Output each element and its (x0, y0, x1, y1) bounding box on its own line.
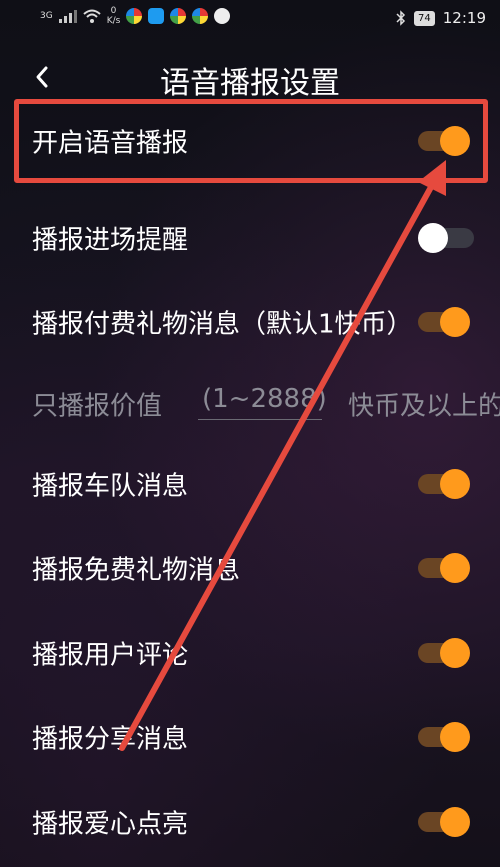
battery-indicator: 74 (414, 10, 435, 26)
toggle-knob (418, 223, 448, 253)
clock: 12:19 (442, 9, 486, 27)
status-bar: 3G 0 K/s 74 12:19 (0, 0, 500, 38)
setting-row-heart: 播报爱心点亮 (0, 780, 500, 864)
status-left: 3G 0 K/s (40, 6, 231, 26)
value-threshold-input[interactable]: (1~2888) (198, 378, 327, 420)
page-title: 语音播报设置 (160, 66, 340, 101)
share-toggle[interactable] (418, 722, 470, 752)
setting-row-user-comment: 播报用户评论 (0, 611, 500, 695)
enable-voice-toggle[interactable] (418, 126, 470, 156)
signal-indicator: 3G (40, 10, 53, 21)
paid-gift-toggle[interactable] (418, 307, 470, 337)
setting-label: 播报用户评论 (32, 640, 189, 671)
setting-label: 开启语音播报 (32, 128, 189, 159)
status-right: 74 12:19 (396, 9, 486, 27)
bluetooth-icon (396, 10, 406, 26)
wifi-icon (83, 9, 101, 23)
app-notification-icon (126, 8, 143, 24)
user-comment-toggle[interactable] (418, 638, 470, 668)
heart-toggle[interactable] (418, 807, 470, 837)
setting-label: 播报免费礼物消息 (32, 555, 241, 586)
setting-row-share: 播报分享消息 (0, 695, 500, 779)
app-notification-icon (214, 8, 231, 24)
setting-row-free-gift: 播报免费礼物消息 (0, 526, 500, 610)
fleet-toggle[interactable] (418, 469, 470, 499)
toggle-knob (440, 126, 470, 156)
net-speed: 0 K/s (107, 6, 121, 26)
setting-label: 播报爱心点亮 (32, 809, 189, 840)
toggle-knob (440, 807, 470, 837)
setting-row-fleet: 播报车队消息 (0, 442, 500, 526)
value-threshold-label: 只播报价值 (32, 391, 163, 422)
free-gift-toggle[interactable] (418, 553, 470, 583)
setting-label: 播报进场提醒 (32, 225, 189, 256)
app-notification-icon (148, 8, 165, 24)
net-speed-unit: K/s (106, 16, 121, 26)
setting-label: 播报付费礼物消息（默认1快币） (32, 309, 413, 340)
toggle-knob (440, 469, 470, 499)
toggle-knob (440, 638, 470, 668)
signal-bars-icon (58, 10, 77, 23)
entry-reminder-toggle[interactable] (418, 223, 474, 253)
toggle-knob (440, 553, 470, 583)
setting-row-enable-voice: 开启语音播报 (0, 99, 500, 183)
setting-label: 播报车队消息 (32, 471, 189, 502)
setting-row-entry-reminder: 播报进场提醒 (0, 196, 500, 280)
net-speed-value: 0 (110, 6, 117, 16)
value-threshold-row: 只播报价值 (1~2888) 快币及以上的 (0, 362, 500, 446)
app-notification-icon (170, 8, 187, 24)
toggle-knob (440, 307, 470, 337)
setting-row-paid-gift: 播报付费礼物消息（默认1快币） (0, 280, 500, 364)
app-notification-icon (192, 8, 209, 24)
value-threshold-suffix: 快币及以上的 (348, 391, 500, 422)
toggle-knob (440, 722, 470, 752)
setting-label: 播报分享消息 (32, 724, 189, 755)
